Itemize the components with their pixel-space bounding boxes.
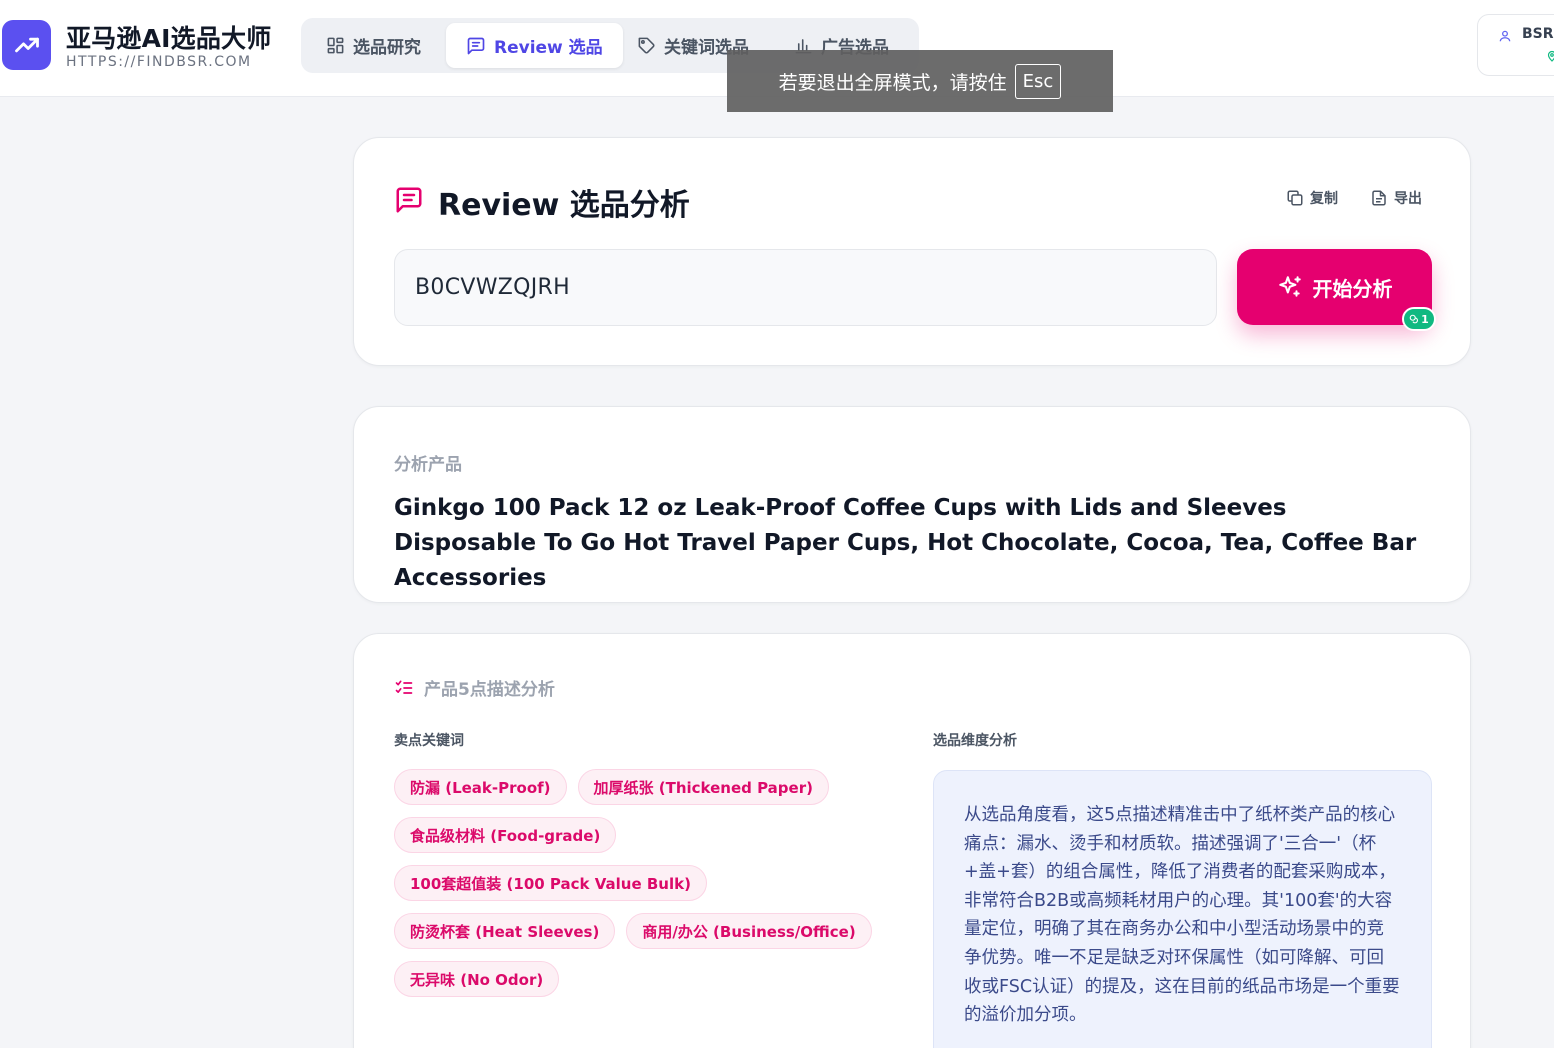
list-checks-icon (395, 680, 413, 694)
keyword-tag: 加厚纸张 (Thickened Paper) (577, 769, 829, 805)
keywords-label: 卖点关键词 (394, 733, 464, 749)
keyword-tags: 防漏 (Leak-Proof) 加厚纸张 (Thickened Paper) 食… (394, 769, 904, 997)
keyword-tag: 食品级材料 (Food-grade) (394, 817, 617, 853)
tag-icon (638, 37, 655, 54)
message-square-icon (467, 37, 485, 54)
tab-label: 选品研究 (353, 38, 421, 58)
grid-icon (327, 37, 344, 54)
review-analysis-card: Review 选品分析 复制 导出 B0CVWZQJRH 开始分析 1 (353, 137, 1471, 366)
fullscreen-exit-toast: 若要退出全屏模式，请按住 Esc (727, 50, 1113, 112)
keyword-tag: 防漏 (Leak-Proof) (394, 769, 567, 805)
coins-icon (1409, 314, 1419, 324)
product-title: Ginkgo 100 Pack 12 oz Leak-Proof Coffee … (394, 495, 1417, 591)
dimension-label: 选品维度分析 (933, 733, 1017, 749)
logo[interactable] (2, 20, 51, 70)
keyword-tag: 100套超值装 (100 Pack Value Bulk) (394, 865, 707, 901)
location-pin-icon (1547, 50, 1554, 62)
file-text-icon (1372, 190, 1386, 206)
copy-label: 复制 (1310, 191, 1338, 207)
section-heading-text: 产品5点描述分析 (424, 680, 555, 700)
user-icon (1499, 30, 1511, 42)
credit-count: 1 (1421, 312, 1429, 326)
export-button[interactable]: 导出 (1370, 188, 1422, 208)
brand-title: 亚马逊AI选品大师 (66, 24, 272, 53)
esc-key: Esc (1014, 63, 1062, 99)
card-actions: 复制 导出 (1286, 188, 1422, 208)
copy-button[interactable]: 复制 (1286, 188, 1338, 208)
brand-url: HTTPS://FINDBSR.COM (66, 54, 252, 70)
section-heading: 产品5点描述分析 (394, 675, 555, 700)
tab-review[interactable]: Review 选品 (446, 23, 623, 68)
tab-label: Review 选品 (494, 38, 603, 58)
user-label: BSR- (1522, 26, 1554, 42)
product-card: 分析产品 Ginkgo 100 Pack 12 oz Leak-Proof Co… (353, 406, 1471, 603)
sparkles-icon (1278, 276, 1301, 297)
trending-up-icon (14, 37, 39, 53)
keyword-tag: 防烫杯套 (Heat Sleeves) (394, 913, 616, 949)
credit-badge: 1 (1402, 307, 1436, 331)
message-square-icon (396, 187, 422, 213)
bullet-analysis-card: 产品5点描述分析 卖点关键词 选品维度分析 防漏 (Leak-Proof) 加厚… (353, 633, 1471, 1048)
keyword-tag: 商用/办公 (Business/Office) (626, 913, 872, 949)
user-menu[interactable]: BSR- (1477, 14, 1554, 76)
copy-icon (1287, 190, 1303, 206)
dimension-analysis-text: 从选品角度看，这5点描述精准击中了纸杯类产品的核心痛点：漏水、烫手和材质软。描述… (933, 770, 1432, 1048)
keyword-tag: 无异味 (No Odor) (394, 961, 560, 997)
start-analysis-label: 开始分析 (1312, 276, 1393, 301)
toast-text: 若要退出全屏模式，请按住 (778, 71, 1007, 94)
export-label: 导出 (1394, 191, 1422, 207)
tab-product-research[interactable]: 选品研究 (326, 23, 421, 68)
asin-input[interactable]: B0CVWZQJRH (394, 249, 1217, 326)
page-title: Review 选品分析 (438, 188, 690, 223)
product-section-label: 分析产品 (394, 455, 462, 475)
